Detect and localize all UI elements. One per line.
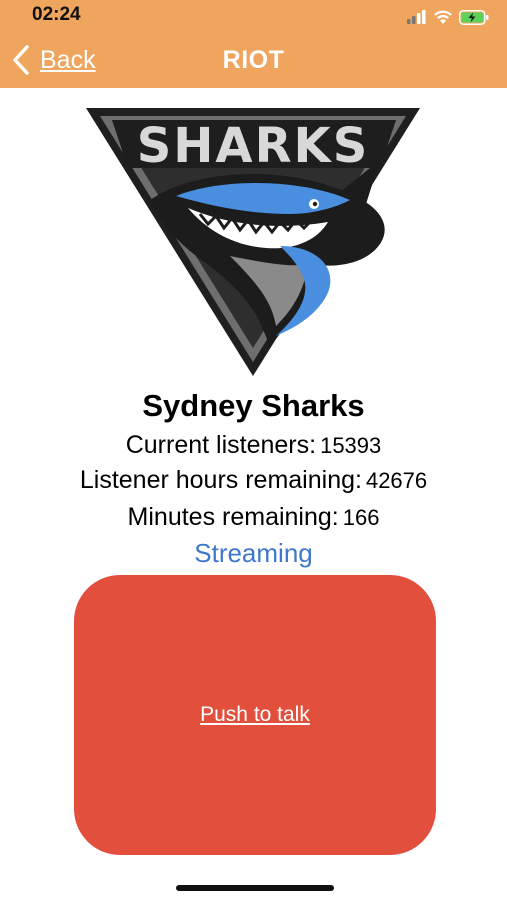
push-to-talk-button[interactable]: Push to talk	[74, 575, 436, 855]
page-title: RIOT	[222, 46, 285, 74]
minutes-remaining-label: Minutes remaining:	[127, 503, 339, 531]
team-logo: SHARKS	[80, 96, 426, 380]
push-to-talk-label: Push to talk	[200, 703, 310, 726]
current-listeners-label: Current listeners:	[125, 431, 317, 459]
status-time: 02:24	[32, 4, 81, 25]
sharks-logo-image: SHARKS	[86, 108, 420, 376]
battery-charging-icon	[459, 9, 489, 25]
team-name: Sydney Sharks	[142, 388, 365, 423]
home-indicator[interactable]	[176, 885, 334, 891]
listener-hours-row: Listener hours remaining: 42676	[0, 466, 507, 495]
listener-hours-label: Listener hours remaining:	[79, 466, 362, 494]
status-icons	[407, 8, 489, 26]
navigation-bar: Back RIOT	[0, 34, 507, 88]
current-listeners-row: Current listeners: 15393	[0, 431, 507, 460]
logo-wordmark: SHARKS	[137, 118, 370, 174]
streaming-status: Streaming	[194, 538, 313, 568]
listener-hours-value: 42676	[365, 468, 428, 493]
wifi-icon	[434, 10, 452, 24]
current-listeners-value: 15393	[320, 433, 382, 458]
minutes-remaining-row: Minutes remaining: 166	[0, 503, 507, 532]
status-bar: 02:24	[0, 0, 507, 34]
minutes-remaining-value: 166	[342, 505, 380, 530]
signal-icon	[407, 10, 426, 24]
